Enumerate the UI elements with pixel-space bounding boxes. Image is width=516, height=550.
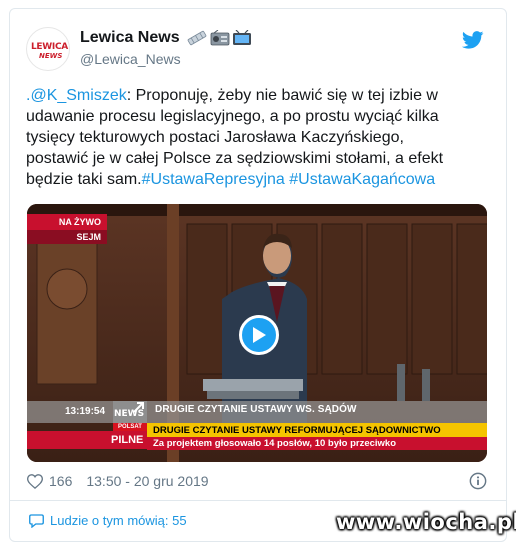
card-divider: [10, 500, 506, 501]
ticker-time: 13:19:54: [65, 406, 106, 417]
like-button[interactable]: 166: [27, 473, 72, 489]
tweet-timestamp[interactable]: 13:50 - 20 gru 2019: [86, 473, 208, 489]
twitter-bird-icon[interactable]: [462, 31, 484, 49]
news-logo: NEWS: [113, 401, 147, 423]
urgent-badge: PILNE: [27, 431, 147, 449]
arrow-logo-icon: [133, 402, 144, 413]
live-badge: NA ŻYWO: [27, 214, 107, 230]
ticker-bottom-text: Za projektem głosowało 14 posłów, 10 był…: [153, 438, 397, 449]
ticker-headline: DRUGIE CZYTANIE USTAWY WS. SĄDÓW: [155, 404, 357, 415]
like-count: 166: [49, 473, 73, 489]
play-icon: [253, 327, 266, 343]
urgent-label: PILNE: [111, 434, 144, 446]
hashtag-link[interactable]: #UstawaRepresyjna: [142, 171, 285, 188]
speech-bubble-icon: [29, 513, 44, 528]
tweet-actions: 166 13:50 - 20 gru 2019: [25, 470, 491, 492]
heart-icon: [27, 473, 43, 489]
ticker-subheadline: DRUGIE CZYTANIE USTAWY REFORMUJĄCEJ SĄDO…: [153, 425, 441, 436]
news-logo-subtext: POLSAT: [113, 423, 147, 431]
avatar[interactable]: LEWICA NEWS: [26, 27, 70, 71]
tweet-text: .@K_Smiszek: Proponuję, żeby nie bawić s…: [26, 85, 466, 190]
name-emoji-group: [186, 30, 252, 46]
watermark: www.wiocha.pl: [336, 510, 516, 534]
info-icon[interactable]: [469, 472, 487, 490]
people-talking-label: Ludzie o tym mówią: 55: [50, 513, 187, 528]
channel-badge: SEJM: [27, 230, 107, 244]
hashtag-link[interactable]: #UstawaKagańcowa: [289, 171, 435, 188]
ticker-subheadline-bar: DRUGIE CZYTANIE USTAWY REFORMUJĄCEJ SĄDO…: [147, 423, 487, 437]
radio-icon: [210, 30, 230, 46]
name-row: Lewica News: [80, 29, 252, 47]
tweet-header: LEWICA NEWS Lewica News @Lewica_News: [26, 25, 490, 75]
people-talking-link[interactable]: Ludzie o tym mówią: 55: [29, 513, 187, 528]
television-icon: [232, 30, 251, 45]
account-handle[interactable]: @Lewica_News: [80, 51, 181, 67]
satellite-antenna-icon: [187, 30, 206, 46]
avatar-logo-text: LEWICA: [31, 42, 68, 52]
avatar-logo-subtext: NEWS: [39, 52, 63, 60]
mention-link[interactable]: .@K_Smiszek: [26, 87, 127, 104]
video-player[interactable]: NA ŻYWO SEJM 13:19:54 NEWS POLSAT DRUGIE…: [27, 204, 487, 462]
display-name[interactable]: Lewica News: [80, 29, 180, 47]
play-button[interactable]: [239, 315, 279, 355]
ticker-bottom-bar: Za projektem głosowało 14 posłów, 10 był…: [147, 437, 487, 450]
